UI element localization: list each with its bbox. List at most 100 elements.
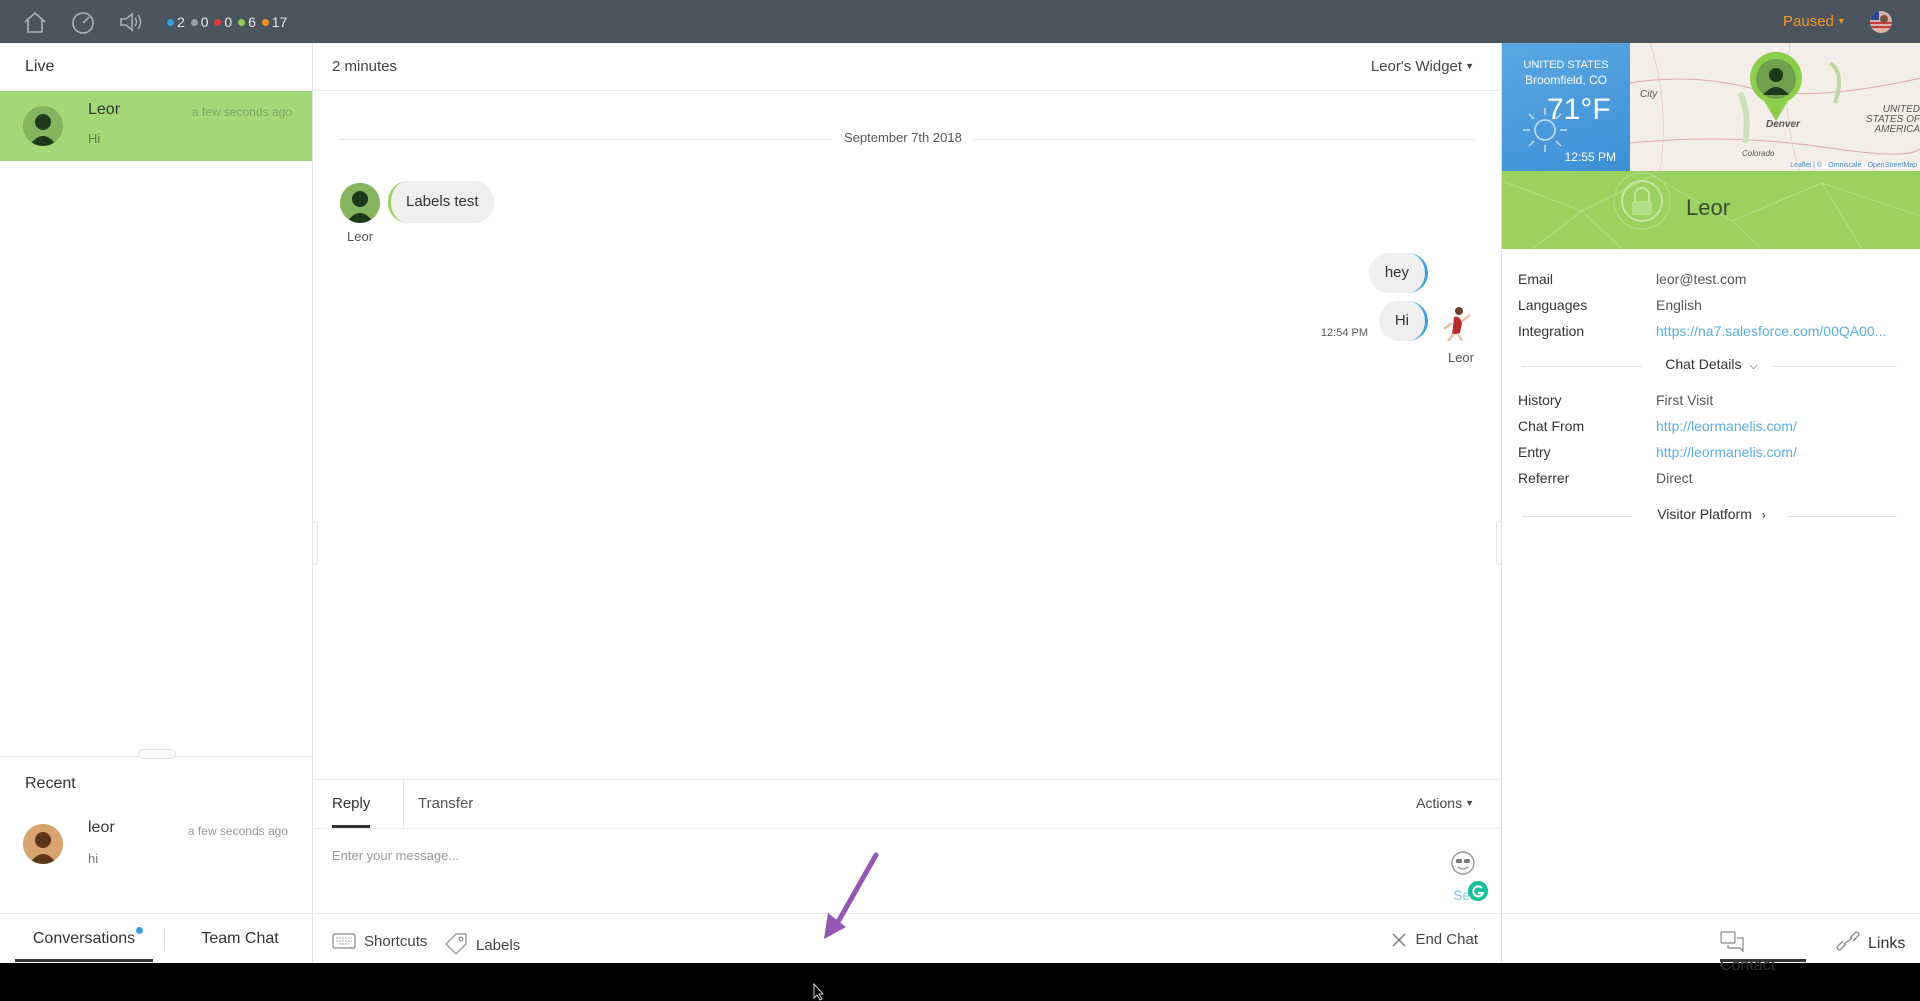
map-label: City xyxy=(1640,89,1658,100)
weather-city: Broomfield, CO xyxy=(1524,73,1608,87)
divider xyxy=(314,828,1500,829)
timestamp: a few seconds ago xyxy=(187,824,288,838)
labels-button[interactable]: Labels xyxy=(444,932,520,958)
tab-links[interactable]: Links xyxy=(1836,914,1905,962)
top-bar: 2 0 0 6 17 Paused ▼ xyxy=(0,0,1920,43)
integration-link[interactable]: https://na7.salesforce.com/00QA00... xyxy=(1656,323,1886,339)
link-icon xyxy=(1836,930,1860,957)
divider xyxy=(1522,366,1642,367)
chat-details-toggle[interactable]: Chat Details ⌵ xyxy=(1502,356,1920,376)
grammarly-icon[interactable] xyxy=(1468,881,1488,901)
dashboard-icon[interactable] xyxy=(70,10,96,34)
tab-team-chat[interactable]: Team Chat xyxy=(170,914,310,962)
chat-bubbles-icon xyxy=(1720,930,1744,957)
info-label: Languages xyxy=(1518,297,1588,313)
chevron-right-icon: › xyxy=(1761,508,1766,522)
map-pin-icon xyxy=(1750,51,1802,121)
count-visitors: 17 xyxy=(261,14,287,30)
message-sender: Leor xyxy=(347,229,374,244)
status-counts: 2 0 0 6 17 xyxy=(167,14,289,30)
count-idle: 0 xyxy=(190,14,208,30)
date-separator: September 7th 2018 xyxy=(832,130,974,145)
info-label: Email xyxy=(1518,271,1554,287)
message-bubble: Hi xyxy=(1378,301,1428,341)
divider xyxy=(164,928,165,950)
chevron-down-icon: ⌵ xyxy=(1749,360,1758,372)
weather-temperature: 71°F xyxy=(1547,93,1611,126)
chevron-down-icon: ▼ xyxy=(1836,16,1846,26)
info-label: History xyxy=(1518,392,1562,408)
emoji-icon[interactable] xyxy=(1450,850,1476,876)
annotation-arrow xyxy=(824,852,879,939)
composer: Reply Transfer Actions▼ Sen xyxy=(314,779,1500,909)
chevron-down-icon: ▼ xyxy=(1465,798,1474,808)
resize-handle[interactable] xyxy=(312,521,318,565)
keyboard-icon xyxy=(332,932,356,954)
actions-dropdown[interactable]: Actions ▼ xyxy=(1416,795,1474,811)
info-label: Integration xyxy=(1518,323,1585,339)
app-window: 2 0 0 6 17 Paused ▼ Live Leor a few secon… xyxy=(0,0,1920,1001)
home-icon[interactable] xyxy=(22,10,48,34)
entry-link[interactable]: http://leormanelis.com/ xyxy=(1656,444,1797,460)
cursor-icon xyxy=(813,983,824,1001)
info-row-referrer: Referrer Direct xyxy=(1518,470,1908,490)
chat-duration: 2 minutes xyxy=(332,58,398,75)
timestamp: a few seconds ago xyxy=(191,105,292,119)
visitor-name: Leor xyxy=(88,101,121,118)
divider xyxy=(1787,516,1897,517)
tab-contact[interactable]: Contact xyxy=(1720,914,1806,974)
sidebar-tabs: Conversations Team Chat xyxy=(0,913,312,963)
info-row-languages: Languages English xyxy=(1518,297,1908,317)
avatar xyxy=(340,183,380,223)
referrer-value: Direct xyxy=(1656,470,1693,486)
chat-toolbar: Shortcuts Labels End Chat xyxy=(314,913,1500,963)
tab-transfer[interactable]: Transfer xyxy=(403,780,473,828)
tag-icon xyxy=(444,932,468,958)
profile-banner: Leor xyxy=(1502,171,1920,249)
status-dropdown[interactable]: Paused ▼ xyxy=(1783,13,1846,30)
count-online: 6 xyxy=(238,14,256,30)
count-missed: 0 xyxy=(214,14,232,30)
chat-header: 2 minutes Leor's Widget ▼ xyxy=(314,43,1500,91)
shortcuts-button[interactable]: Shortcuts xyxy=(332,932,427,954)
chevron-down-icon: ▼ xyxy=(1465,61,1474,71)
avatar[interactable] xyxy=(1870,11,1892,33)
chat-from-link[interactable]: http://leormanelis.com/ xyxy=(1656,418,1797,434)
info-row-chat-from: Chat From http://leormanelis.com/ xyxy=(1518,418,1908,438)
info-tabs: Contact Links xyxy=(1502,913,1920,974)
local-time: 12:55 PM xyxy=(1564,150,1616,164)
divider xyxy=(1522,516,1632,517)
volume-icon[interactable] xyxy=(118,10,144,34)
list-item[interactable]: leor a few seconds ago hi xyxy=(0,811,312,881)
unread-dot xyxy=(136,927,143,934)
tab-reply[interactable]: Reply xyxy=(332,780,371,828)
weather-widget: UNITED STATES Broomfield, CO 71°F 12:55 … xyxy=(1502,43,1630,171)
divider xyxy=(1772,366,1897,367)
info-label: Chat From xyxy=(1518,418,1585,434)
info-label: Referrer xyxy=(1518,470,1570,486)
close-icon xyxy=(1391,932,1407,952)
widget-dropdown[interactable]: Leor's Widget ▼ xyxy=(1371,58,1474,75)
live-header: Live xyxy=(25,58,55,75)
last-message: hi xyxy=(88,851,99,866)
message-time: 12:54 PM xyxy=(1320,327,1368,339)
info-row-integration: Integration https://na7.salesforce.com/0… xyxy=(1518,323,1908,343)
map-attribution[interactable]: Leaflet | © · Omniscale · OpenStreetMap xyxy=(1790,162,1917,169)
avatar xyxy=(23,106,63,146)
visitor-profile-name: Leor xyxy=(1686,195,1731,220)
message-sender: Leor xyxy=(1447,350,1474,365)
info-row-entry: Entry http://leormanelis.com/ xyxy=(1518,444,1908,464)
visitor-platform-toggle[interactable]: Visitor Platform › xyxy=(1502,506,1920,526)
end-chat-button[interactable]: End Chat xyxy=(1391,931,1478,952)
email-value[interactable]: leor@test.com xyxy=(1656,271,1746,287)
languages-value: English xyxy=(1656,297,1702,313)
message-bubble: hey xyxy=(1368,253,1428,293)
list-item[interactable]: Leor a few seconds ago Hi xyxy=(0,91,312,161)
resize-handle[interactable] xyxy=(138,749,176,759)
avatar xyxy=(1436,301,1476,342)
info-row-history: History First Visit xyxy=(1518,392,1908,412)
history-value: First Visit xyxy=(1656,392,1714,408)
weather-country: UNITED STATES xyxy=(1523,59,1609,71)
tab-conversations[interactable]: Conversations xyxy=(15,914,153,962)
last-message: Hi xyxy=(88,131,101,146)
